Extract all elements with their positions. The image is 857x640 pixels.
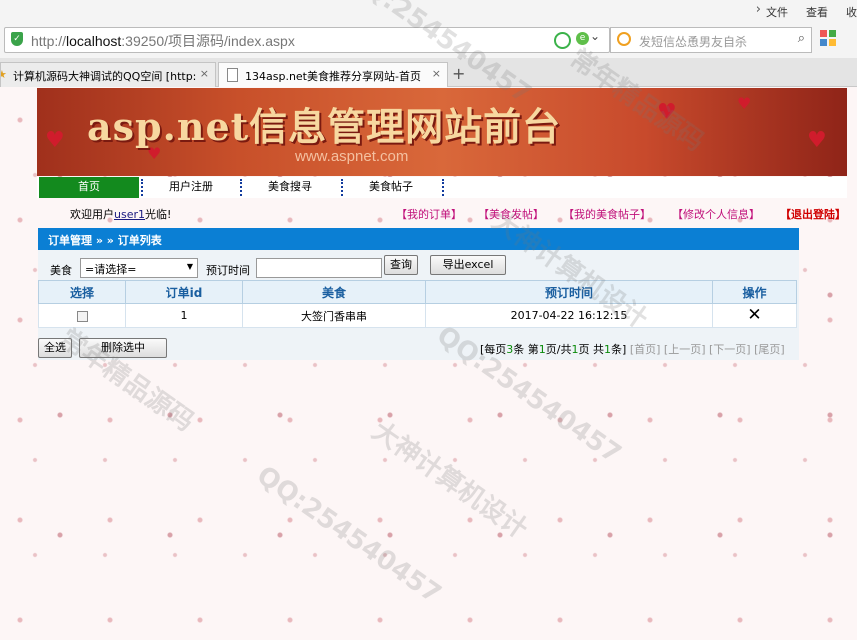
link-edit-profile[interactable]: 【修改个人信息】	[672, 206, 760, 222]
compat-icon[interactable]: e	[576, 32, 589, 45]
search-engine-icon	[617, 32, 631, 46]
col-order-id: 订单id	[125, 280, 243, 304]
query-button[interactable]: 查询	[384, 255, 418, 275]
address-bar: ✓ http://localhost:39250/项目源码/index.aspx…	[0, 22, 857, 59]
pager: [每页3条 第1页/共1页 共1条] [首页] [上一页] [下一页] [尾页]	[480, 343, 785, 356]
nav-food-posts[interactable]: 美食帖子	[341, 177, 441, 198]
nav-divider	[442, 179, 444, 196]
tab-qq-space[interactable]: ★ 计算机源码大神调试的QQ空间 [http: ×	[0, 62, 216, 87]
order-panel: 订单管理 » » 订单列表 美食 =请选择= ▼ 预订时间 查询 导出excel…	[38, 228, 799, 360]
col-order-time: 预订时间	[425, 280, 713, 304]
username[interactable]: user1	[114, 208, 145, 221]
close-icon[interactable]: ×	[432, 67, 441, 80]
row-select-cell	[38, 303, 126, 328]
link-post-food[interactable]: 【美食发帖】	[478, 206, 544, 222]
current-page: 1	[538, 343, 546, 356]
tab-title: 134asp.net美食推荐分享网站-首页	[245, 70, 421, 83]
tab-title: 计算机源码大神调试的QQ空间 [http:	[13, 70, 197, 83]
browser-menubar: › 文件 查看 收	[0, 0, 857, 22]
nav-home[interactable]: 首页	[39, 177, 139, 198]
search-placeholder: 发短信怂恿男友自杀	[639, 35, 748, 49]
order-time: 2017-04-22 16:12:15	[425, 303, 713, 328]
welcome-text: 欢迎用户user1光临!	[70, 208, 172, 221]
order-id: 1	[125, 303, 243, 328]
table-header-row: 选择 订单id 美食 预订时间 操作	[38, 280, 797, 304]
chevron-down-icon[interactable]: ⌄	[590, 29, 600, 43]
col-food: 美食	[242, 280, 426, 304]
page-icon	[227, 68, 238, 82]
link-logout[interactable]: 【退出登陆】	[780, 206, 846, 222]
link-my-food-posts[interactable]: 【我的美食帖子】	[563, 206, 651, 222]
dropdown-arrow-icon: ▼	[186, 262, 193, 271]
url-text: http://localhost:39250/项目源码/index.aspx	[31, 33, 295, 49]
search-icon[interactable]: ⌕	[798, 31, 805, 46]
heart-icon: ♥	[737, 94, 752, 113]
menu-file[interactable]: 文件	[766, 4, 788, 20]
link-my-orders[interactable]: 【我的订单】	[396, 206, 462, 222]
site-banner: ♥ ♥ ♥ ♥ ♥ asp.net信息管理网站前台 www.aspnet.com	[37, 88, 847, 176]
filter-bar: 美食 =请选择= ▼ 预订时间 查询 导出excel	[38, 252, 799, 278]
banner-subtitle: www.aspnet.com	[295, 148, 409, 165]
heart-icon: ♥	[807, 128, 827, 153]
apps-icon[interactable]	[820, 30, 836, 46]
refresh-icon[interactable]	[554, 32, 571, 49]
export-excel-button[interactable]: 导出excel	[430, 255, 506, 275]
total-count: 1	[604, 343, 612, 356]
heart-icon: ♥	[45, 128, 65, 153]
watermark-text: QQ:254540457	[251, 460, 447, 610]
col-select: 选择	[38, 280, 126, 304]
panel-heading: 订单管理 » » 订单列表	[38, 228, 799, 250]
row-checkbox[interactable]	[76, 310, 88, 322]
nav-register[interactable]: 用户注册	[141, 177, 241, 198]
menu-favorites[interactable]: 收	[846, 4, 857, 20]
delete-icon[interactable]: ✕	[747, 305, 761, 325]
watermark-text: 大神计算机设计	[366, 416, 533, 546]
heart-icon: ♥	[657, 100, 677, 125]
close-icon[interactable]: ×	[200, 67, 209, 80]
order-table: 选择 订单id 美食 预订时间 操作 1 大签门香串串 2017-04-22 1…	[38, 280, 797, 328]
chevron-right-icon[interactable]: ›	[756, 2, 761, 17]
tab-bar: ★ 计算机源码大神调试的QQ空间 [http: × 134asp.net美食推荐…	[0, 58, 857, 87]
action-cell: ✕	[712, 303, 797, 328]
search-input[interactable]: 发短信怂恿男友自杀 ⌕	[610, 27, 812, 53]
menu-view[interactable]: 查看	[806, 4, 828, 20]
table-row: 1 大签门香串串 2017-04-22 16:12:15 ✕	[38, 303, 797, 328]
main-nav: 首页 用户注册 美食搜寻 美食帖子	[37, 177, 847, 198]
star-icon: ★	[1, 68, 7, 81]
food-name: 大签门香串串	[242, 303, 426, 328]
time-label: 预订时间	[206, 264, 250, 277]
food-label: 美食	[50, 264, 72, 277]
time-input[interactable]	[256, 258, 382, 278]
food-select[interactable]: =请选择= ▼	[80, 258, 198, 278]
col-action: 操作	[712, 280, 797, 304]
pager-last[interactable]: [尾页]	[754, 343, 785, 356]
tab-food-site[interactable]: 134asp.net美食推荐分享网站-首页 ×	[218, 62, 448, 87]
shield-icon: ✓	[11, 32, 23, 46]
new-tab-button[interactable]: +	[452, 64, 465, 83]
url-input[interactable]: ✓ http://localhost:39250/项目源码/index.aspx…	[4, 27, 610, 53]
banner-title: asp.net信息管理网站前台	[87, 104, 562, 149]
pager-next[interactable]: [下一页]	[709, 343, 751, 356]
nav-food-search[interactable]: 美食搜寻	[240, 177, 340, 198]
delete-selected-button[interactable]: 删除选中	[79, 338, 167, 358]
pager-first[interactable]: [首页]	[630, 343, 661, 356]
page-count: 1	[571, 343, 579, 356]
pager-prev[interactable]: [上一页]	[664, 343, 706, 356]
select-all-button[interactable]: 全选	[38, 338, 72, 358]
